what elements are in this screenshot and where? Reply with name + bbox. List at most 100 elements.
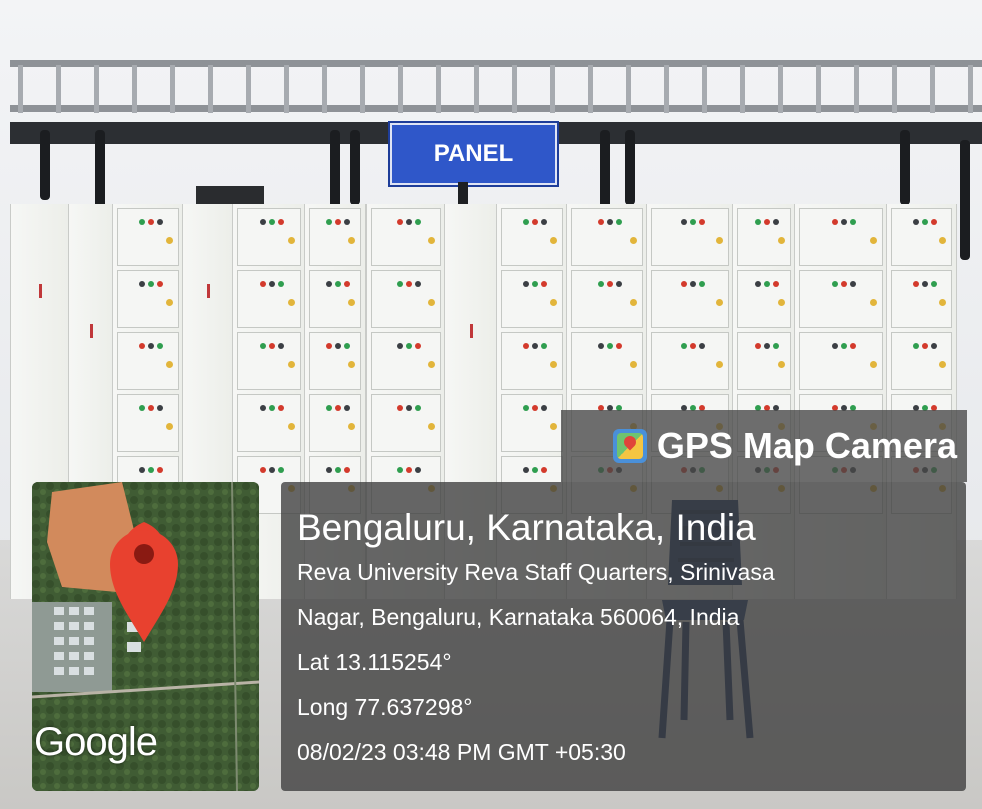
- indicator-lamp: [139, 467, 145, 473]
- door-lock-knob: [716, 299, 723, 306]
- indicator-lamp: [681, 343, 687, 349]
- indicator-lamp: [607, 219, 613, 225]
- indicator-lamp: [139, 343, 145, 349]
- indicator-lamp: [260, 343, 266, 349]
- indicator-lamp: [832, 343, 838, 349]
- door-lock-knob: [630, 237, 637, 244]
- google-logo: Google: [34, 720, 158, 764]
- indicator-lamp: [415, 281, 421, 287]
- indicator-lamp: [335, 219, 341, 225]
- indicator-lamp: [269, 219, 275, 225]
- cable-bundle: [330, 130, 340, 210]
- indicator-lamp: [326, 219, 332, 225]
- indicator-lamp: [139, 219, 145, 225]
- indicator-lamp: [930, 343, 937, 349]
- indicator-lamp: [344, 219, 350, 225]
- panel-sign: PANEL: [390, 123, 557, 185]
- timestamp: 08/02/23 03:48 PM GMT +05:30: [297, 739, 626, 765]
- indicator-lamp: [278, 219, 284, 225]
- indicator-lamp: [773, 281, 779, 287]
- indicator-lamp: [921, 343, 928, 349]
- indicator-lamp: [157, 219, 163, 225]
- cabinet-door: [501, 208, 563, 266]
- indicator-lamp: [397, 405, 403, 411]
- door-lock-knob: [870, 299, 877, 306]
- cabinet-door: [651, 270, 729, 328]
- indicator-lamp: [157, 405, 163, 411]
- indicator-lamp: [148, 219, 154, 225]
- door-lock-knob: [716, 361, 723, 368]
- indicator-lamp: [278, 281, 284, 287]
- cabinet-door: [309, 270, 361, 328]
- door-lock-knob: [288, 361, 295, 368]
- indicator-lamp: [764, 219, 770, 225]
- indicator-lamp: [397, 343, 403, 349]
- door-lock-knob: [630, 299, 637, 306]
- indicator-lamp: [755, 219, 761, 225]
- cabinet-door: [501, 270, 563, 328]
- indicator-lamp: [541, 467, 547, 473]
- indicator-lamp: [690, 281, 696, 287]
- door-lock-knob: [870, 237, 877, 244]
- indicator-lamp: [755, 343, 761, 349]
- cable-bundle: [95, 130, 105, 210]
- indicator-lamp: [260, 281, 266, 287]
- indicator-lamp: [764, 281, 770, 287]
- door-lock-knob: [348, 237, 355, 244]
- cabinet-door: [309, 332, 361, 390]
- cabinet-door: [237, 394, 301, 452]
- indicator-lamp: [326, 467, 332, 473]
- indicator-lamp: [326, 281, 332, 287]
- indicator-lamp: [157, 343, 163, 349]
- indicator-lamp: [157, 281, 163, 287]
- photo-scene: PANEL GPS Map Camera Google Bengaluru, K…: [0, 0, 982, 809]
- indicator-lamp: [139, 281, 145, 287]
- indicator-lamp: [335, 281, 341, 287]
- indicator-lamp: [532, 281, 538, 287]
- indicator-lamp: [616, 219, 622, 225]
- indicator-lamp: [269, 467, 275, 473]
- cabinet-door: [309, 208, 361, 266]
- door-lock-knob: [550, 361, 557, 368]
- indicator-lamp: [773, 219, 779, 225]
- indicator-lamp: [415, 343, 421, 349]
- cabinet-door: [737, 332, 791, 390]
- cable-bundle: [625, 130, 635, 205]
- indicator-lamp: [406, 343, 412, 349]
- cabinet-door: [651, 208, 729, 266]
- door-lock-knob: [166, 299, 173, 306]
- cabinet-door: [799, 332, 883, 390]
- indicator-lamp: [607, 343, 613, 349]
- indicator-lamp: [326, 343, 332, 349]
- cabinet-door: [237, 332, 301, 390]
- indicator-lamp: [598, 343, 604, 349]
- indicator-lamp: [278, 467, 284, 473]
- door-lock-knob: [550, 237, 557, 244]
- indicator-lamp: [532, 343, 538, 349]
- indicator-lamp: [397, 467, 403, 473]
- indicator-lamp: [699, 343, 705, 349]
- indicator-lamp: [832, 219, 838, 225]
- door-lock-knob: [166, 423, 173, 430]
- indicator-lamp: [269, 405, 275, 411]
- cabinet-door: [371, 394, 441, 452]
- indicator-lamp: [148, 281, 154, 287]
- indicator-lamp: [523, 405, 529, 411]
- indicator-lamp: [532, 219, 538, 225]
- cable-tray: [10, 60, 982, 116]
- app-title: GPS Map Camera: [656, 425, 957, 466]
- cabinet-door: [117, 270, 179, 328]
- indicator-lamp: [139, 405, 145, 411]
- cable-bundle: [900, 130, 910, 205]
- indicator-lamp: [598, 281, 604, 287]
- door-lock-knob: [870, 361, 877, 368]
- indicator-lamp: [921, 219, 928, 225]
- cabinet-door: [737, 208, 791, 266]
- indicator-lamp: [841, 219, 847, 225]
- app-watermark-bar: GPS Map Camera: [561, 410, 967, 482]
- indicator-lamp: [699, 219, 705, 225]
- indicator-lamp: [260, 405, 266, 411]
- cabinet-door: [501, 332, 563, 390]
- cabinet-door: [501, 394, 563, 452]
- location-city: Bengaluru, Karnataka, India: [297, 507, 756, 548]
